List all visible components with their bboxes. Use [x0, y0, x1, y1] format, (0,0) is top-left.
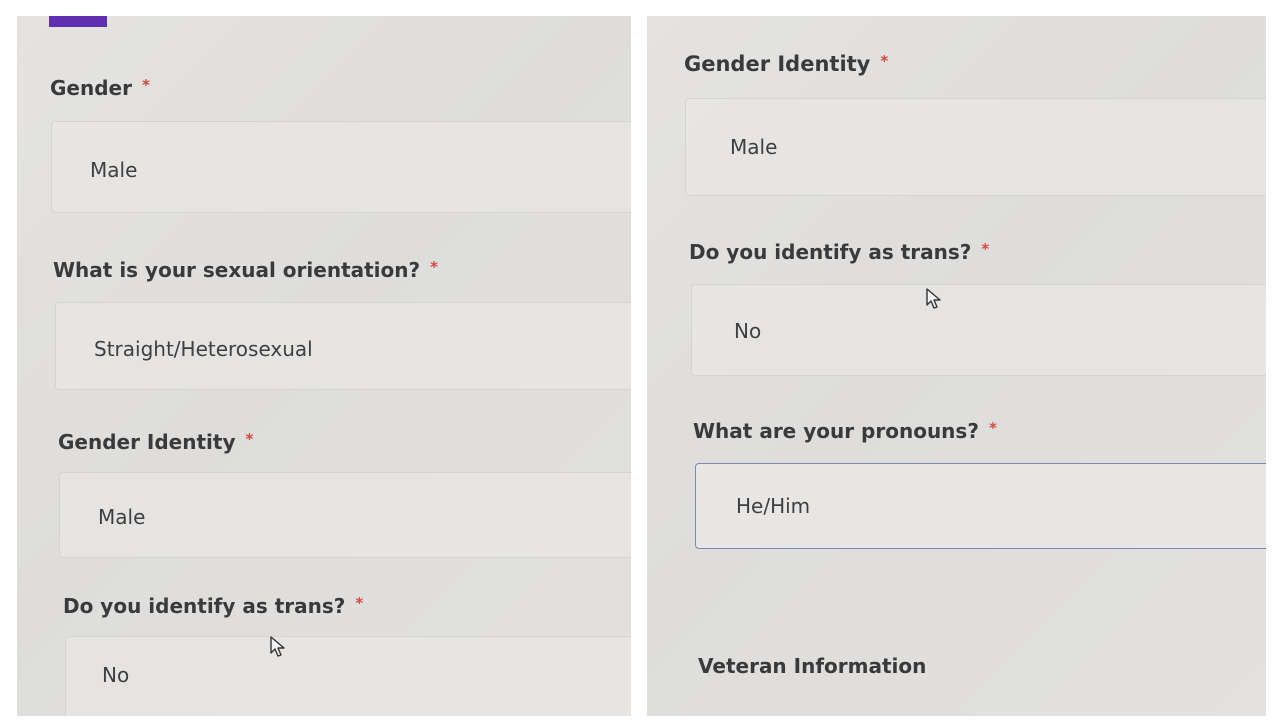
trans-label-text: Do you identify as trans? [689, 240, 972, 264]
required-asterisk: * [981, 240, 990, 258]
gender-field[interactable]: Male [51, 121, 631, 213]
trans-field[interactable]: No [691, 284, 1266, 376]
pronouns-field[interactable]: He/Him [695, 463, 1266, 549]
pronouns-label-text: What are your pronouns? [693, 419, 979, 443]
pronouns-value: He/Him [736, 494, 811, 518]
required-asterisk: * [355, 594, 364, 612]
gender-identity-field[interactable]: Male [685, 98, 1266, 196]
gender-value: Male [90, 158, 138, 182]
required-asterisk: * [245, 430, 254, 448]
trans-label: Do you identify as trans? * [63, 594, 363, 618]
mouse-pointer-icon [926, 288, 941, 309]
left-screenshot-panel: Gender * Male What is your sexual orienta… [17, 16, 631, 716]
orientation-field[interactable]: Straight/Heterosexual [55, 302, 631, 390]
trans-value: No [734, 319, 762, 343]
pronouns-label: What are your pronouns? * [693, 419, 997, 443]
trans-label: Do you identify as trans? * [689, 240, 989, 264]
gender-identity-value: Male [98, 505, 146, 529]
gender-identity-label-text: Gender Identity [684, 52, 871, 76]
required-asterisk: * [880, 52, 889, 70]
required-asterisk: * [430, 258, 438, 276]
gender-label: Gender * [50, 76, 150, 100]
accent-bar [49, 16, 107, 27]
gender-identity-label: Gender Identity * [58, 430, 253, 454]
orientation-label-text: What is your sexual orientation? [53, 258, 421, 282]
orientation-value: Straight/Heterosexual [94, 337, 313, 361]
trans-value: No [102, 663, 130, 687]
required-asterisk: * [141, 76, 150, 94]
trans-field[interactable]: No [65, 636, 631, 716]
orientation-label: What is your sexual orientation? * [53, 258, 438, 282]
trans-label-text: Do you identify as trans? [63, 594, 346, 618]
gender-identity-label: Gender Identity * [684, 52, 888, 76]
required-asterisk: * [988, 419, 997, 437]
gender-identity-field[interactable]: Male [59, 472, 631, 558]
right-screenshot-panel: Gender Identity * Male Do you identify as… [647, 16, 1266, 716]
mouse-pointer-icon [270, 636, 285, 657]
gender-identity-value: Male [730, 135, 778, 159]
veteran-information-heading: Veteran Information [698, 654, 927, 678]
gender-label-text: Gender [50, 76, 132, 100]
gender-identity-label-text: Gender Identity [58, 430, 236, 454]
